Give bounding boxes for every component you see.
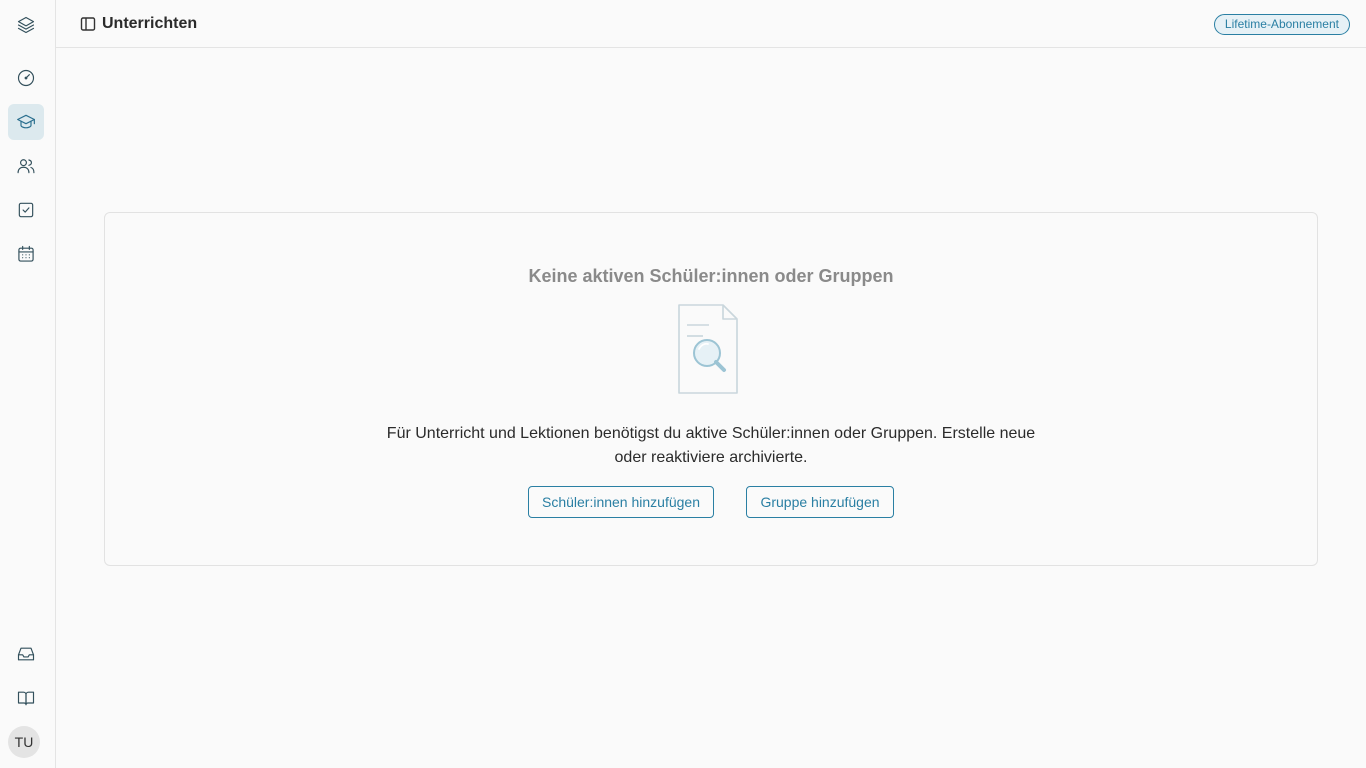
layers-icon [17, 16, 35, 34]
page-title: Unterrichten [102, 15, 198, 32]
add-group-button[interactable]: Gruppe hinzufügen [746, 486, 894, 518]
logo-layers-button[interactable] [8, 7, 44, 43]
top-bar: Unterrichten Lifetime-Abonnement [56, 0, 1366, 48]
add-students-button[interactable]: Schüler:innen hinzufügen [528, 486, 714, 518]
dashboard-gauge-icon [17, 69, 35, 87]
book-open-icon [17, 691, 35, 706]
calendar-icon [18, 245, 34, 262]
sidebar-item-library[interactable] [8, 680, 44, 716]
sidebar-item-teaching[interactable] [8, 104, 44, 140]
sidebar-item-calendar[interactable] [8, 236, 44, 272]
sidebar-item-dashboard[interactable] [8, 60, 44, 96]
sidebar-toggle-button[interactable] [80, 16, 96, 32]
users-icon [17, 159, 35, 174]
subscription-badge[interactable]: Lifetime-Abonnement [1213, 14, 1350, 35]
sidebar-item-inbox[interactable] [8, 636, 44, 672]
sidebar-item-students[interactable] [8, 148, 44, 184]
empty-state-description: Für Unterricht und Lektionen benötigst d… [386, 425, 1036, 466]
inbox-icon [17, 647, 35, 661]
graduation-cap-icon [17, 114, 35, 129]
sidebar-panel-icon [80, 17, 96, 31]
empty-state-title: Keine aktiven Schüler:innen oder Gruppen [528, 266, 894, 286]
avatar[interactable]: TU [8, 726, 40, 758]
empty-state-card: Keine aktiven Schüler:innen oder Gruppen… [104, 212, 1318, 566]
sidebar: TU [0, 0, 56, 768]
avatar-initials: TU [14, 734, 34, 750]
sidebar-item-tasks[interactable] [8, 192, 44, 228]
checkbox-icon [18, 202, 34, 218]
document-search-icon [678, 304, 738, 394]
